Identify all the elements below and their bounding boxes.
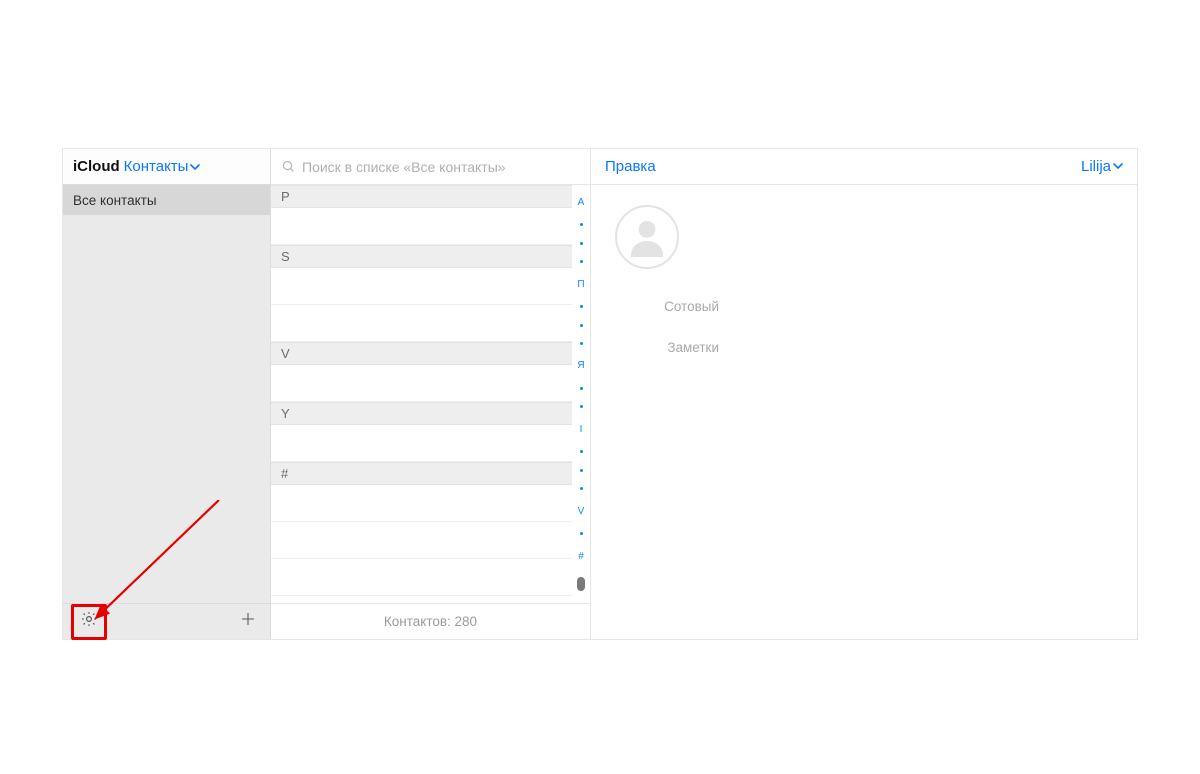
list-section-header: Y [271,402,572,425]
alpha-index[interactable]: А П Я I V # [574,189,588,599]
alpha-index-dot[interactable] [580,469,583,472]
alpha-index-letter[interactable]: I [580,424,583,435]
alpha-index-dot[interactable] [580,260,583,263]
user-name-label: Lilija [1081,158,1111,175]
alpha-index-dot[interactable] [580,487,583,490]
alpha-index-dot[interactable] [580,387,583,390]
alpha-index-dot[interactable] [580,305,583,308]
sidebar-header: iCloud Контакты [63,149,270,185]
search-input[interactable] [302,159,580,175]
alpha-index-letter[interactable]: А [578,197,585,208]
contact-row[interactable] [271,208,572,245]
annotation-highlight [71,604,107,640]
contact-row[interactable] [271,365,572,402]
contact-row[interactable] [271,559,572,596]
alpha-index-letter[interactable]: V [578,506,585,517]
list-section-header: P [271,185,572,208]
field-notes-label: Заметки [615,340,719,355]
alpha-index-scroll-handle[interactable] [577,577,585,591]
section-label: Контакты [124,158,189,175]
user-menu[interactable]: Lilija [1081,158,1123,175]
detail-header: Правка Lilija [591,149,1137,185]
add-contact-button[interactable] [234,608,262,636]
list-section-header: V [271,342,572,365]
field-mobile-label: Сотовый [615,299,719,314]
contact-row[interactable] [271,425,572,462]
search-bar [271,149,590,185]
contact-row[interactable] [271,268,572,305]
detail-body: Сотовый Заметки [591,185,1137,639]
sidebar-footer [63,603,270,639]
search-icon [281,159,296,174]
alpha-index-dot[interactable] [580,324,583,327]
avatar-row [615,205,1113,269]
chevron-down-icon [1113,158,1123,175]
alpha-index-letter[interactable]: # [578,551,584,562]
alpha-index-dot[interactable] [580,532,583,535]
icloud-contacts-window: iCloud Контакты Все контакты [62,148,1138,640]
alpha-index-dot[interactable] [580,242,583,245]
alpha-index-dot[interactable] [580,223,583,226]
contact-list-scroll[interactable]: P S V Y # [271,185,590,603]
sidebar-groups: Все контакты [63,185,270,603]
brand-label: iCloud [73,158,120,175]
alpha-index-dot[interactable] [580,450,583,453]
list-section-header: # [271,462,572,485]
contact-row[interactable] [271,305,572,342]
alpha-index-letter[interactable]: Я [577,360,584,371]
person-icon [623,213,671,261]
contact-row[interactable] [271,485,572,522]
contact-row[interactable] [271,522,572,559]
sidebar: iCloud Контакты Все контакты [63,149,271,639]
contacts-section-dropdown[interactable]: Контакты [124,158,201,175]
list-section-header: S [271,245,572,268]
alpha-index-letter[interactable]: П [577,279,584,290]
plus-icon [239,610,257,633]
settings-button[interactable] [75,608,103,636]
alpha-index-dot[interactable] [580,342,583,345]
field-notes: Заметки [615,340,1113,355]
sidebar-item-group[interactable]: Все контакты [63,185,270,215]
edit-button[interactable]: Правка [605,158,656,175]
contact-count: Контактов: 280 [271,603,590,639]
contact-detail-column: Правка Lilija [591,149,1137,639]
field-mobile: Сотовый [615,299,1113,314]
alpha-index-dot[interactable] [580,405,583,408]
contact-avatar[interactable] [615,205,679,269]
chevron-down-icon [190,162,200,172]
gear-icon [80,610,98,633]
contact-list-column: P S V Y # Контактов: 280 А П Я I V # [271,149,591,639]
